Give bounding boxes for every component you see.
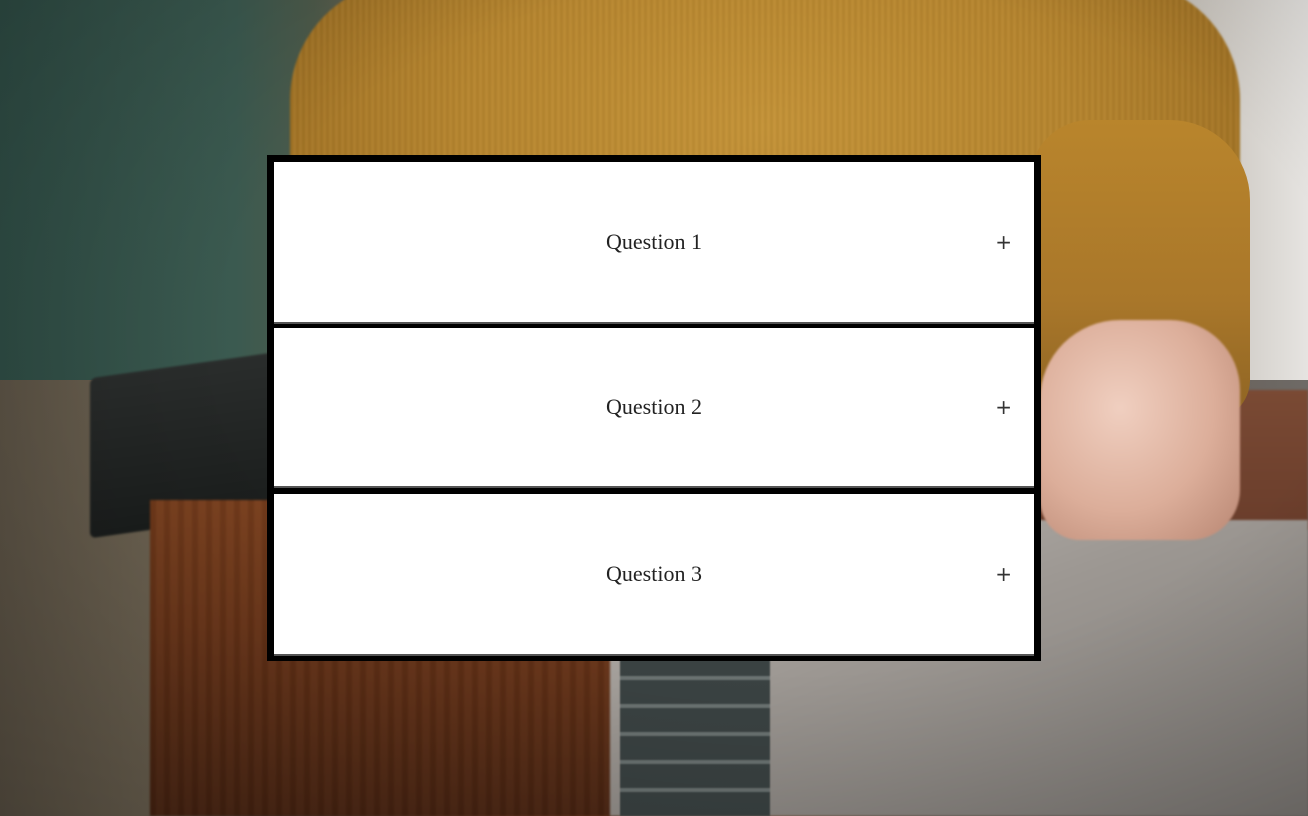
accordion-item-title: Question 2 bbox=[606, 394, 702, 419]
plus-icon[interactable]: + bbox=[995, 564, 1012, 584]
accordion-item-question-1[interactable]: Question 1 + bbox=[274, 162, 1034, 324]
faq-accordion: Question 1 + Question 2 + Question 3 + bbox=[267, 155, 1041, 661]
plus-icon[interactable]: + bbox=[995, 397, 1012, 417]
accordion-item-question-2[interactable]: Question 2 + bbox=[274, 328, 1034, 488]
plus-icon[interactable]: + bbox=[995, 232, 1012, 252]
accordion-item-question-3[interactable]: Question 3 + bbox=[274, 494, 1034, 656]
accordion-item-title: Question 1 bbox=[606, 229, 702, 254]
accordion-item-title: Question 3 bbox=[606, 561, 702, 586]
